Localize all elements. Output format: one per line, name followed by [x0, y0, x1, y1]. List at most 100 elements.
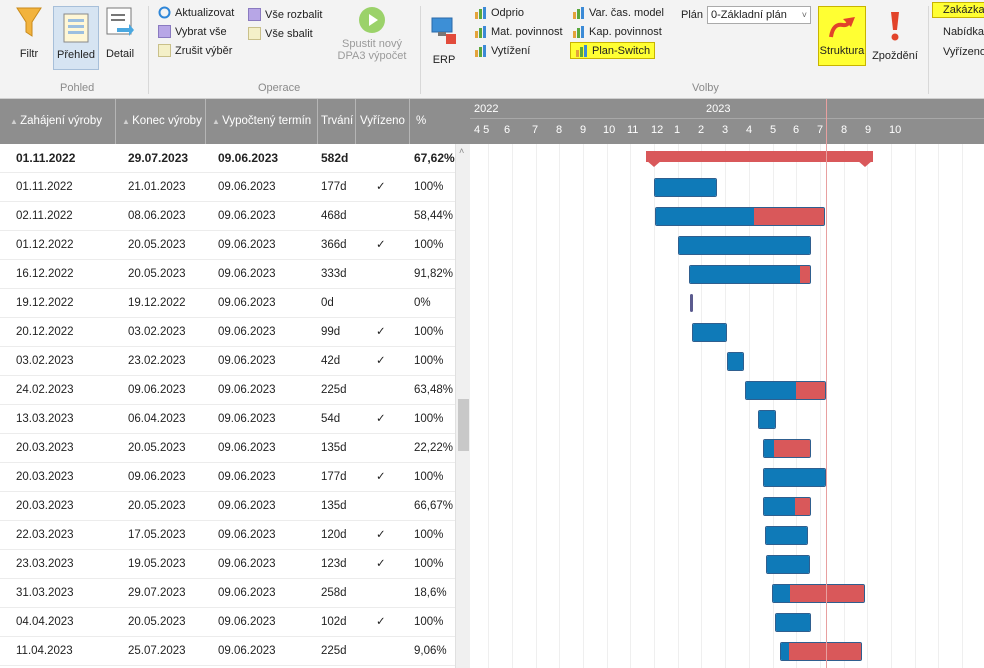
ribbon: Filtr Přehled Detail Pohled Aktualizovat… [0, 0, 984, 99]
run-dpa3-label-1: Spustit nový [342, 38, 402, 50]
table-row[interactable]: 20.03.2023 20.05.2023 09.06.2023 135d 66,67% [0, 492, 455, 521]
gantt-task-bar[interactable] [771, 584, 865, 603]
gantt-task-bar[interactable] [757, 410, 777, 429]
cell-end: 29.07.2023 [128, 151, 189, 165]
table-row[interactable]: 20.12.2022 03.02.2023 09.06.2023 99d ✓ 100% [0, 318, 455, 347]
gantt-task-bar[interactable] [654, 178, 717, 197]
group-label-pohled: Pohled [60, 82, 95, 94]
vyrizeno-button[interactable]: Vyřízeno [943, 46, 984, 58]
gantt-task-bar[interactable] [763, 497, 811, 516]
gantt-task-bar[interactable] [765, 555, 810, 574]
grid-scrollbar[interactable]: ˄ [455, 144, 470, 668]
table-row[interactable]: 11.04.2023 25.07.2023 09.06.2023 225d 9,06% [0, 637, 455, 666]
zakazka-button[interactable]: Zakázka [932, 2, 984, 18]
table-row[interactable]: 03.02.2023 23.02.2023 09.06.2023 42d ✓ 100% [0, 347, 455, 376]
gantt-summary-bar[interactable] [646, 151, 873, 162]
zpozdeni-button[interactable]: Zpoždění [868, 6, 922, 62]
table-row[interactable]: 20.03.2023 09.06.2023 09.06.2023 177d ✓ 100% [0, 463, 455, 492]
filter-label: Filtr [19, 48, 39, 60]
cell-end: 03.02.2023 [128, 326, 186, 338]
table-row[interactable]: 01.11.2022 21.01.2023 09.06.2023 177d ✓ 100% [0, 173, 455, 202]
gantt-milestone[interactable] [690, 294, 694, 312]
table-row[interactable]: 22.03.2023 17.05.2023 09.06.2023 120d ✓ 100% [0, 521, 455, 550]
gantt-task-bar[interactable] [677, 236, 811, 255]
collapse-all-label: Vše sbalit [265, 27, 313, 40]
gantt-task-bar[interactable] [654, 207, 826, 226]
column-header-pct[interactable]: % [410, 99, 470, 144]
overview-button[interactable]: Přehled [53, 6, 99, 70]
column-header-vyrizeno[interactable]: Vyřízeno [356, 99, 410, 144]
cell-calc: 09.06.2023 [218, 181, 276, 193]
column-header-zahajeni[interactable]: ▲ Zahájení výroby [0, 99, 116, 144]
bar-chart-icon [573, 26, 584, 38]
cell-dur: 99d [321, 326, 341, 338]
table-row[interactable]: 16.12.2022 20.05.2023 09.06.2023 333d 91,82% [0, 260, 455, 289]
select-all-button[interactable]: Vybrat vše [158, 25, 227, 38]
collapse-all-button[interactable]: Vše sbalit [248, 27, 313, 40]
gantt-task-bar[interactable] [780, 642, 862, 661]
gantt-task-bar[interactable] [763, 468, 827, 487]
vytizeni-button[interactable]: Vytížení [474, 44, 530, 57]
scrollbar-thumb[interactable] [458, 399, 469, 451]
plan-switch-label: Plan-Switch [592, 44, 651, 57]
table-row[interactable]: 24.02.2023 09.06.2023 09.06.2023 225d 63,48% [0, 376, 455, 405]
refresh-button[interactable]: Aktualizovat [158, 6, 234, 19]
cell-start: 20.12.2022 [16, 326, 74, 338]
gantt-task-bar[interactable] [726, 352, 744, 371]
column-header-vypocteny[interactable]: ▲ Vypočtený termín [206, 99, 318, 144]
gantt-task-bar[interactable] [689, 265, 811, 284]
cell-calc: 09.06.2023 [218, 442, 276, 454]
timeline-month: 7 [532, 124, 539, 136]
table-row[interactable]: 23.03.2023 19.05.2023 09.06.2023 123d ✓ 100% [0, 550, 455, 579]
cell-dur: 102d [321, 616, 347, 628]
task-grid: 01.11.2022 29.07.2023 09.06.2023 582d 67,62%… [0, 144, 455, 666]
cell-dur: 333d [321, 268, 347, 280]
gantt-bar-remaining [796, 382, 826, 399]
summary-cap [646, 160, 662, 167]
table-row-summary[interactable]: 01.11.2022 29.07.2023 09.06.2023 582d 67,62% [0, 144, 455, 173]
nabidka-button[interactable]: Nabídka [943, 26, 984, 38]
cell-pct: 66,67% [414, 500, 454, 512]
struktura-button[interactable]: Struktura [818, 6, 866, 66]
cell-calc: 09.06.2023 [218, 297, 276, 309]
gantt-gridline [582, 144, 584, 668]
detail-button[interactable]: Detail [103, 6, 137, 60]
kap-povinnost-label: Kap. povinnost [589, 25, 662, 38]
column-header-konec[interactable]: ▲ Konec výroby [116, 99, 206, 144]
gantt-task-bar[interactable] [763, 439, 811, 458]
gantt-task-bar[interactable] [744, 381, 827, 400]
timeline-year-2022: 2022 [474, 103, 499, 115]
bar-chart-icon [475, 7, 486, 19]
gantt-task-bar[interactable] [774, 613, 811, 632]
odprio-button[interactable]: Odprio [474, 6, 524, 19]
table-row[interactable]: 13.03.2023 06.04.2023 09.06.2023 54d ✓ 100% [0, 405, 455, 434]
timeline-month: 8 [841, 124, 848, 136]
select-all-icon [158, 25, 171, 38]
scroll-up-icon[interactable]: ˄ [459, 146, 464, 156]
cell-dur: 135d [321, 500, 347, 512]
column-header-trvani[interactable]: Trvání [318, 99, 356, 144]
table-row[interactable]: 04.04.2023 20.05.2023 09.06.2023 102d ✓ 100% [0, 608, 455, 637]
table-row[interactable]: 02.11.2022 08.06.2023 09.06.2023 468d 58,44% [0, 202, 455, 231]
cell-pct: 22,22% [414, 442, 454, 454]
table-row[interactable]: 31.03.2023 29.07.2023 09.06.2023 258d 18,6% [0, 579, 455, 608]
clear-selection-button[interactable]: Zrušit výběr [158, 44, 232, 57]
kap-povinnost-button[interactable]: Kap. povinnost [572, 25, 662, 38]
table-row[interactable]: 01.12.2022 20.05.2023 09.06.2023 366d ✓ 100% [0, 231, 455, 260]
plan-switch-button[interactable]: Plan-Switch [570, 42, 656, 59]
gantt-gridline [891, 144, 892, 668]
plan-dropdown[interactable]: 0-Základní plán ˅ [707, 6, 812, 24]
mat-povinnost-button[interactable]: Mat. povinnost [474, 25, 563, 38]
gantt-chart[interactable] [470, 144, 984, 668]
gantt-task-bar[interactable] [692, 323, 727, 342]
filter-button[interactable]: Filtr [10, 6, 48, 60]
var-cas-model-button[interactable]: Var. čas. model [572, 6, 664, 19]
run-dpa3-button[interactable]: Spustit nový DPA3 výpočet [330, 6, 414, 62]
expand-all-button[interactable]: Vše rozbalit [248, 8, 322, 21]
gantt-task-bar[interactable] [764, 526, 809, 545]
erp-button[interactable]: ERP [428, 6, 460, 66]
timeline-year-2023: 2023 [706, 103, 731, 115]
table-row[interactable]: 19.12.2022 19.12.2022 09.06.2023 0d 0% [0, 289, 455, 318]
cell-end: 09.06.2023 [128, 384, 186, 396]
table-row[interactable]: 20.03.2023 20.05.2023 09.06.2023 135d 22,22% [0, 434, 455, 463]
